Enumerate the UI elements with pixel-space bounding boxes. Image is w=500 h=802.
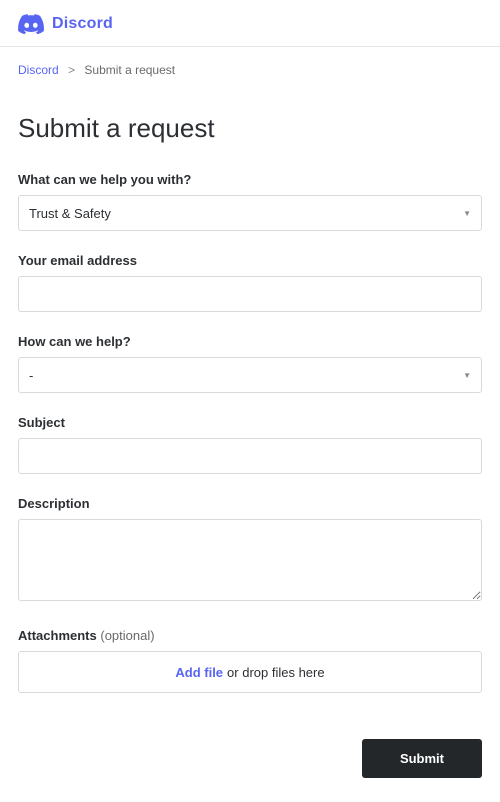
chevron-down-icon: ▼ bbox=[463, 371, 471, 380]
breadcrumb: Discord > Submit a request bbox=[0, 47, 500, 77]
form-footer: Submit bbox=[18, 739, 482, 778]
field-description: Description bbox=[18, 496, 482, 606]
brand-logo[interactable]: Discord bbox=[18, 14, 113, 34]
brand-name: Discord bbox=[52, 15, 113, 33]
label-attachments: Attachments (optional) bbox=[18, 628, 482, 643]
field-help-with: What can we help you with? Trust & Safet… bbox=[18, 172, 482, 231]
label-subject: Subject bbox=[18, 415, 482, 430]
label-description: Description bbox=[18, 496, 482, 511]
field-email: Your email address bbox=[18, 253, 482, 312]
attachments-dropzone[interactable]: Add file or drop files here bbox=[18, 651, 482, 693]
label-attachments-optional: (optional) bbox=[100, 628, 154, 643]
label-how-help: How can we help? bbox=[18, 334, 482, 349]
field-attachments: Attachments (optional) Add file or drop … bbox=[18, 628, 482, 693]
drop-files-text: or drop files here bbox=[227, 665, 325, 680]
breadcrumb-separator: > bbox=[68, 63, 75, 77]
main-content: Submit a request What can we help you wi… bbox=[0, 113, 500, 802]
submit-button[interactable]: Submit bbox=[362, 739, 482, 778]
chevron-down-icon: ▼ bbox=[463, 209, 471, 218]
select-how-help-value: - bbox=[29, 368, 33, 383]
add-file-link: Add file bbox=[175, 665, 223, 680]
field-how-help: How can we help? - ▼ bbox=[18, 334, 482, 393]
label-help-with: What can we help you with? bbox=[18, 172, 482, 187]
select-how-help[interactable]: - ▼ bbox=[18, 357, 482, 393]
field-subject: Subject bbox=[18, 415, 482, 474]
label-attachments-text: Attachments bbox=[18, 628, 97, 643]
discord-icon bbox=[18, 14, 44, 34]
page-title: Submit a request bbox=[18, 113, 482, 144]
email-input[interactable] bbox=[18, 276, 482, 312]
description-textarea[interactable] bbox=[18, 519, 482, 601]
select-help-with[interactable]: Trust & Safety ▼ bbox=[18, 195, 482, 231]
app-header: Discord bbox=[0, 0, 500, 47]
subject-input[interactable] bbox=[18, 438, 482, 474]
breadcrumb-root[interactable]: Discord bbox=[18, 63, 59, 77]
label-email: Your email address bbox=[18, 253, 482, 268]
select-help-with-value: Trust & Safety bbox=[29, 206, 111, 221]
breadcrumb-current: Submit a request bbox=[84, 63, 175, 77]
